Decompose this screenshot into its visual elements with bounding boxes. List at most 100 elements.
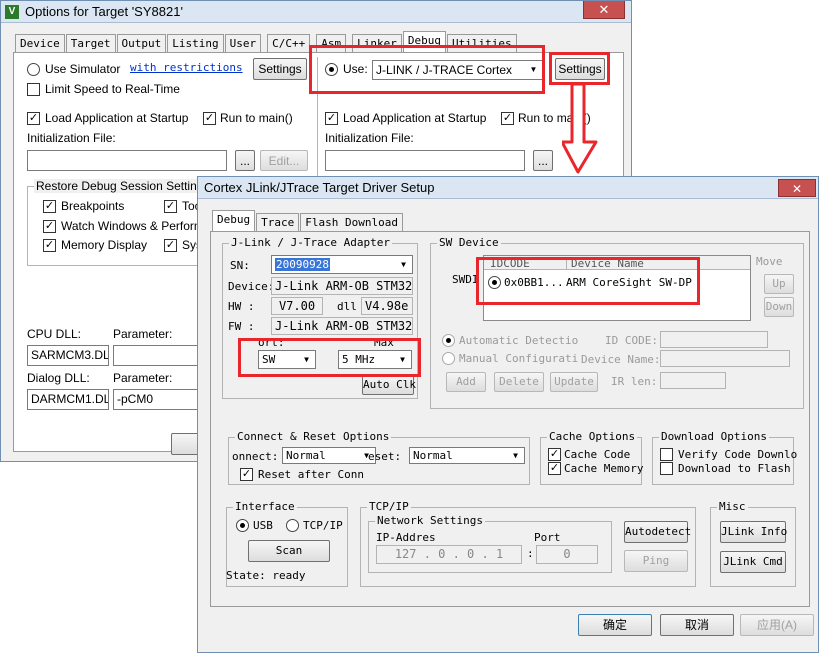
jlink-info-button[interactable]: JLink Info <box>720 521 787 543</box>
download-to-flash-checkbox[interactable] <box>660 462 673 475</box>
close-icon[interactable]: ✕ <box>778 179 816 197</box>
sys-checkbox[interactable]: ✓ <box>164 239 177 252</box>
network-settings-title: Network Settings <box>375 514 485 527</box>
dll-field: V4.98e <box>361 297 413 315</box>
cpu-dll-label: CPU DLL: <box>27 327 82 341</box>
connect-select[interactable]: Normal ▼ <box>282 447 376 464</box>
setup-window-title: Cortex JLink/JTrace Target Driver Setup <box>204 180 435 195</box>
tab-user[interactable]: User <box>224 34 262 52</box>
sim-init-file-input[interactable] <box>27 150 227 171</box>
cpu-param-input[interactable] <box>113 345 201 366</box>
tcpip-label: TCP/IP <box>303 519 343 532</box>
limit-speed-checkbox[interactable] <box>27 83 40 96</box>
breakpoints-label: Breakpoints <box>61 199 125 213</box>
cache-code-label: Cache Code <box>564 448 631 461</box>
connect-label: onnect: <box>232 450 279 463</box>
sn-select[interactable]: 20090928 ▼ <box>271 255 413 274</box>
reset-after-conn-label: Reset after Conn <box>258 468 364 481</box>
chevron-down-icon: ▼ <box>508 449 523 462</box>
drv-init-file-input[interactable] <box>325 150 525 171</box>
toolbox-checkbox[interactable]: ✓ <box>164 200 177 213</box>
dialog-param-label: Parameter: <box>113 371 173 385</box>
tab-output[interactable]: Output <box>116 34 167 52</box>
move-label: Move <box>756 255 783 268</box>
drv-browse-button[interactable]: ... <box>533 150 553 171</box>
hw-field: V7.00 <box>271 297 323 315</box>
cpu-param-label: Parameter: <box>113 327 173 341</box>
keil-app-icon: V <box>5 4 19 19</box>
auto-clk-button[interactable]: Auto Clk <box>362 375 416 395</box>
apply-button: 应用(A) <box>740 614 814 636</box>
tab-device[interactable]: Device <box>15 34 65 52</box>
autodetect-button[interactable]: Autodetect <box>624 521 691 543</box>
close-icon[interactable]: ✕ <box>583 1 625 19</box>
sim-run-main-label: Run to main() <box>220 111 293 125</box>
interface-title: Interface <box>233 500 297 513</box>
reset-value: Normal <box>413 449 453 462</box>
cache-memory-label: Cache Memory <box>564 462 644 475</box>
ir-len-input <box>660 372 726 389</box>
drv-init-file-label: Initialization File: <box>325 131 414 145</box>
move-down-button: Down <box>764 297 794 317</box>
id-code-label: ID CODE: <box>605 334 658 347</box>
ok-button[interactable]: 确定 <box>578 614 652 636</box>
tab-debug[interactable]: Debug <box>212 210 256 231</box>
pointer-arrow-icon <box>562 84 598 174</box>
ip-address-label: IP-Addres <box>376 531 436 544</box>
reset-label: eset: <box>368 450 402 463</box>
download-options-title: Download Options <box>659 430 769 443</box>
cancel-button[interactable]: 取消 <box>660 614 734 636</box>
memory-display-checkbox[interactable]: ✓ <box>43 239 56 252</box>
device-name-input <box>660 350 790 367</box>
move-up-button: Up <box>764 274 794 294</box>
tab-trace[interactable]: Trace <box>256 213 300 231</box>
tab-target[interactable]: Target <box>65 34 116 52</box>
reset-select[interactable]: Normal ▼ <box>409 447 525 464</box>
verify-code-checkbox[interactable] <box>660 448 673 461</box>
driver-highlight-box <box>309 45 545 94</box>
jlink-cmd-button[interactable]: JLink Cmd <box>720 551 786 573</box>
dll-label: dll <box>337 300 357 313</box>
drv-load-app-checkbox[interactable]: ✓ <box>325 112 338 125</box>
device-field: J-Link ARM-OB STM32 <box>271 277 413 295</box>
reset-after-conn-checkbox[interactable]: ✓ <box>240 468 253 481</box>
usb-radio[interactable] <box>236 519 249 532</box>
drv-run-main-checkbox[interactable]: ✓ <box>501 112 514 125</box>
tcpip-radio[interactable] <box>286 519 299 532</box>
simulator-settings-button[interactable]: Settings <box>253 58 307 80</box>
tab-cc[interactable]: C/C++ <box>267 34 311 52</box>
limit-speed-label: Limit Speed to Real-Time <box>45 82 180 96</box>
use-simulator-radio[interactable] <box>27 63 40 76</box>
delete-button: Delete <box>494 372 544 392</box>
tab-flash-download[interactable]: Flash Download <box>300 213 403 231</box>
update-button: Update <box>550 372 598 392</box>
scan-button[interactable]: Scan <box>248 540 330 562</box>
download-to-flash-label: Download to Flash <box>678 462 791 475</box>
drv-load-app-label: Load Application at Startup <box>343 111 487 125</box>
cache-code-checkbox[interactable]: ✓ <box>548 448 561 461</box>
watch-windows-checkbox[interactable]: ✓ <box>43 220 56 233</box>
port-highlight-box <box>238 338 421 377</box>
dialog-param-input[interactable]: -pCM0 <box>113 389 201 410</box>
chevron-down-icon: ▼ <box>396 257 411 272</box>
sim-load-app-checkbox[interactable]: ✓ <box>27 112 40 125</box>
sim-run-main-checkbox[interactable]: ✓ <box>203 112 216 125</box>
window-title: Options for Target 'SY8821' <box>25 4 183 19</box>
cpu-dll-input[interactable]: SARMCM3.DLL <box>27 345 109 366</box>
sim-load-app-label: Load Application at Startup <box>45 111 189 125</box>
restore-session-title: Restore Debug Session Settings <box>34 179 212 193</box>
with-restrictions-link[interactable]: with restrictions <box>130 61 243 74</box>
ip-address-input: 127 . 0 . 0 . 1 <box>376 545 522 564</box>
sn-value: 20090928 <box>275 258 330 271</box>
sim-browse-button[interactable]: ... <box>235 150 255 171</box>
port-colon: : <box>527 547 534 560</box>
cache-memory-checkbox[interactable]: ✓ <box>548 462 561 475</box>
dialog-dll-input[interactable]: DARMCM1.DLL <box>27 389 109 410</box>
verify-code-label: Verify Code Downlo <box>678 448 798 461</box>
cache-options-title: Cache Options <box>547 430 638 443</box>
id-code-input <box>660 331 768 348</box>
sw-device-title: SW Device <box>437 236 501 249</box>
breakpoints-checkbox[interactable]: ✓ <box>43 200 56 213</box>
tab-listing[interactable]: Listing <box>167 34 224 52</box>
misc-title: Misc <box>717 500 748 513</box>
